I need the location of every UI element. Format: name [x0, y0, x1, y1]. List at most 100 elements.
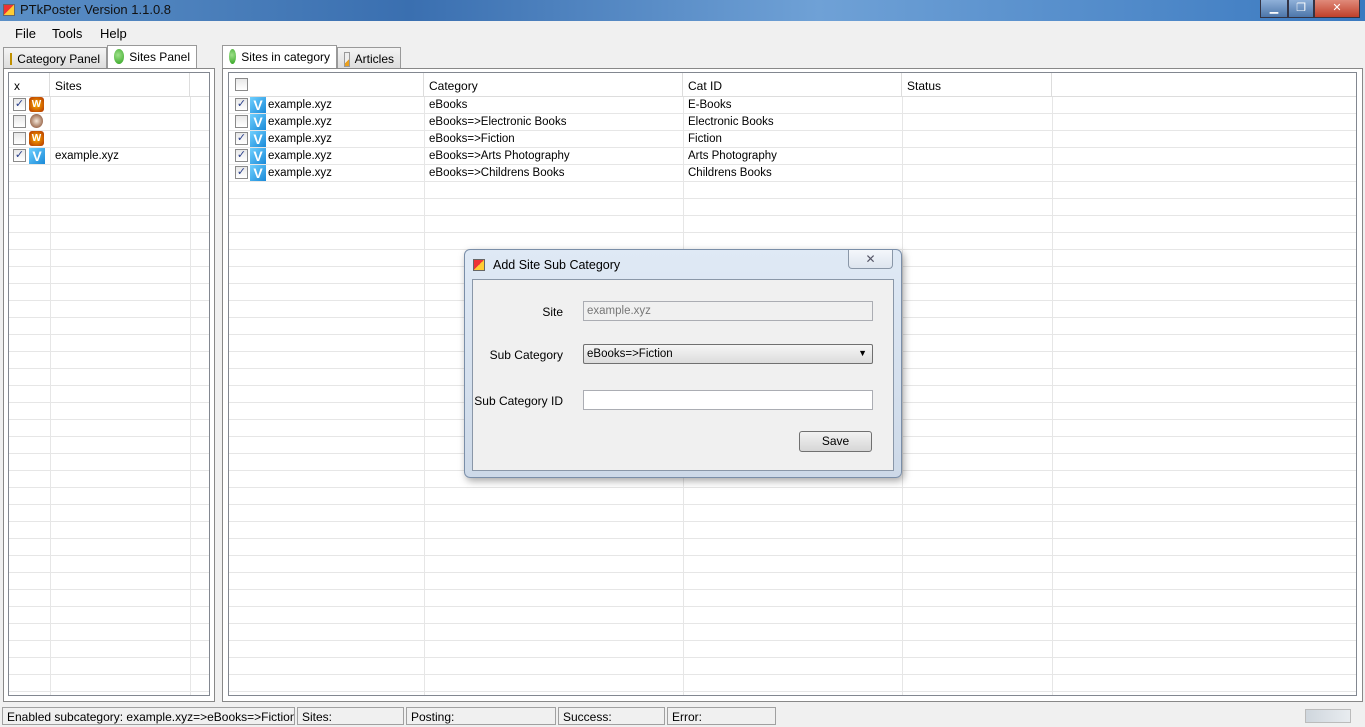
wordpress-icon: W [29, 131, 44, 146]
globe-icon [229, 49, 237, 64]
empty-row [229, 216, 1356, 233]
tab-category-panel[interactable]: Category Panel [3, 47, 107, 69]
site-name: example.xyz [268, 99, 332, 111]
empty-row [229, 233, 1356, 250]
blogger-icon [30, 114, 43, 128]
site-name: example.xyz [268, 150, 332, 162]
empty-row [9, 165, 209, 182]
title-bar: PTkPoster Version 1.1.0.8 ▁ ❐ ✕ [0, 0, 1365, 21]
minimize-button[interactable]: ▁ [1260, 0, 1288, 18]
sites-grid: x Sites ✓ W W ✓ Vexample.xyz [8, 72, 210, 696]
empty-row [9, 624, 209, 641]
folder-icon [10, 53, 13, 65]
table-row[interactable]: W [9, 131, 209, 148]
empty-row [229, 675, 1356, 692]
row-checkbox[interactable]: ✓ [235, 149, 248, 162]
empty-row [9, 488, 209, 505]
sub-category-id-input[interactable] [583, 390, 873, 410]
empty-row [9, 505, 209, 522]
empty-row [9, 318, 209, 335]
v-logo-icon: V [29, 148, 45, 164]
row-checkbox[interactable]: ✓ [13, 98, 26, 111]
tab-articles[interactable]: Articles [337, 47, 401, 69]
save-button[interactable]: Save [799, 431, 872, 452]
column-header-status[interactable]: Status [902, 73, 1052, 97]
v-logo-icon: V [250, 97, 266, 113]
empty-row [9, 454, 209, 471]
row-checkbox[interactable] [235, 115, 248, 128]
category-cell: eBooks=>Fiction [429, 133, 515, 145]
table-row[interactable]: ✓ Vexample.xyz eBooks=>Arts Photography Art… [229, 148, 1356, 165]
empty-row [9, 471, 209, 488]
table-row[interactable]: ✓ Vexample.xyz eBooks=>Fiction Fiction [229, 131, 1356, 148]
tab-sites-in-category[interactable]: Sites in category [222, 45, 337, 69]
empty-row [229, 522, 1356, 539]
empty-row [9, 386, 209, 403]
empty-row [9, 675, 209, 692]
column-header-x[interactable]: x [9, 73, 50, 97]
row-checkbox[interactable]: ✓ [235, 132, 248, 145]
empty-row [9, 403, 209, 420]
cat-id-cell: E-Books [688, 99, 732, 111]
status-error: Error: [667, 707, 776, 725]
column-header-category[interactable]: Category [424, 73, 683, 97]
empty-row [229, 199, 1356, 216]
dialog-close-button[interactable]: ✕ [848, 250, 893, 269]
row-checkbox[interactable] [13, 132, 26, 145]
empty-row [229, 658, 1356, 675]
menu-file[interactable]: File [15, 26, 36, 41]
select-all-checkbox[interactable] [235, 78, 248, 91]
column-header-filler [190, 73, 209, 97]
tab-sites-panel[interactable]: Sites Panel [107, 45, 197, 69]
table-row[interactable] [9, 114, 209, 131]
row-checkbox[interactable]: ✓ [235, 98, 248, 111]
v-logo-icon: V [250, 165, 266, 181]
sub-category-dropdown[interactable]: eBooks=>Fiction ▼ [583, 344, 873, 364]
table-row[interactable]: ✓ Vexample.xyz [9, 148, 209, 165]
empty-row [229, 590, 1356, 607]
empty-row [229, 182, 1356, 199]
empty-row [229, 556, 1356, 573]
empty-row [9, 437, 209, 454]
cat-id-cell: Arts Photography [688, 150, 777, 162]
window-title: PTkPoster Version 1.1.0.8 [20, 2, 172, 17]
tab-label: Sites in category [241, 50, 330, 64]
empty-row [9, 233, 209, 250]
table-row[interactable]: ✓ Vexample.xyz eBooks E-Books [229, 97, 1356, 114]
menu-tools[interactable]: Tools [52, 26, 82, 41]
dialog-icon [473, 259, 485, 271]
empty-row [229, 624, 1356, 641]
v-logo-icon: V [250, 114, 266, 130]
site-name: example.xyz [268, 116, 332, 128]
empty-row [9, 607, 209, 624]
status-success: Success: [558, 707, 665, 725]
category-cell: eBooks [429, 99, 468, 111]
table-row[interactable]: ✓ Vexample.xyz eBooks=>Childrens Books Chil… [229, 165, 1356, 182]
globe-icon [114, 49, 125, 64]
site-name: example.xyz [55, 150, 119, 162]
empty-row [9, 250, 209, 267]
empty-row [9, 641, 209, 658]
add-site-sub-category-dialog: Add Site Sub Category ✕ Site example.xyz… [464, 249, 902, 478]
table-row[interactable]: ✓ W [9, 97, 209, 114]
column-header-select-all[interactable] [229, 73, 424, 97]
restore-button[interactable]: ❐ [1288, 0, 1314, 18]
empty-row [9, 539, 209, 556]
dialog-title: Add Site Sub Category [493, 258, 621, 272]
empty-row [9, 182, 209, 199]
menu-help[interactable]: Help [100, 26, 127, 41]
cat-id-cell: Electronic Books [688, 116, 774, 128]
column-header-cat-id[interactable]: Cat ID [683, 73, 902, 97]
sub-category-value: eBooks=>Fiction [587, 348, 673, 360]
table-row[interactable]: Vexample.xyz eBooks=>Electronic Books Elec… [229, 114, 1356, 131]
row-checkbox[interactable]: ✓ [13, 149, 26, 162]
column-header-sites[interactable]: Sites [50, 73, 190, 97]
status-sites: Sites: [297, 707, 404, 725]
row-checkbox[interactable] [13, 115, 26, 128]
cat-id-cell: Fiction [688, 133, 722, 145]
close-button[interactable]: ✕ [1314, 0, 1360, 18]
empty-row [9, 658, 209, 675]
resize-grip-icon[interactable] [1305, 709, 1351, 723]
row-checkbox[interactable]: ✓ [235, 166, 248, 179]
empty-row [9, 216, 209, 233]
